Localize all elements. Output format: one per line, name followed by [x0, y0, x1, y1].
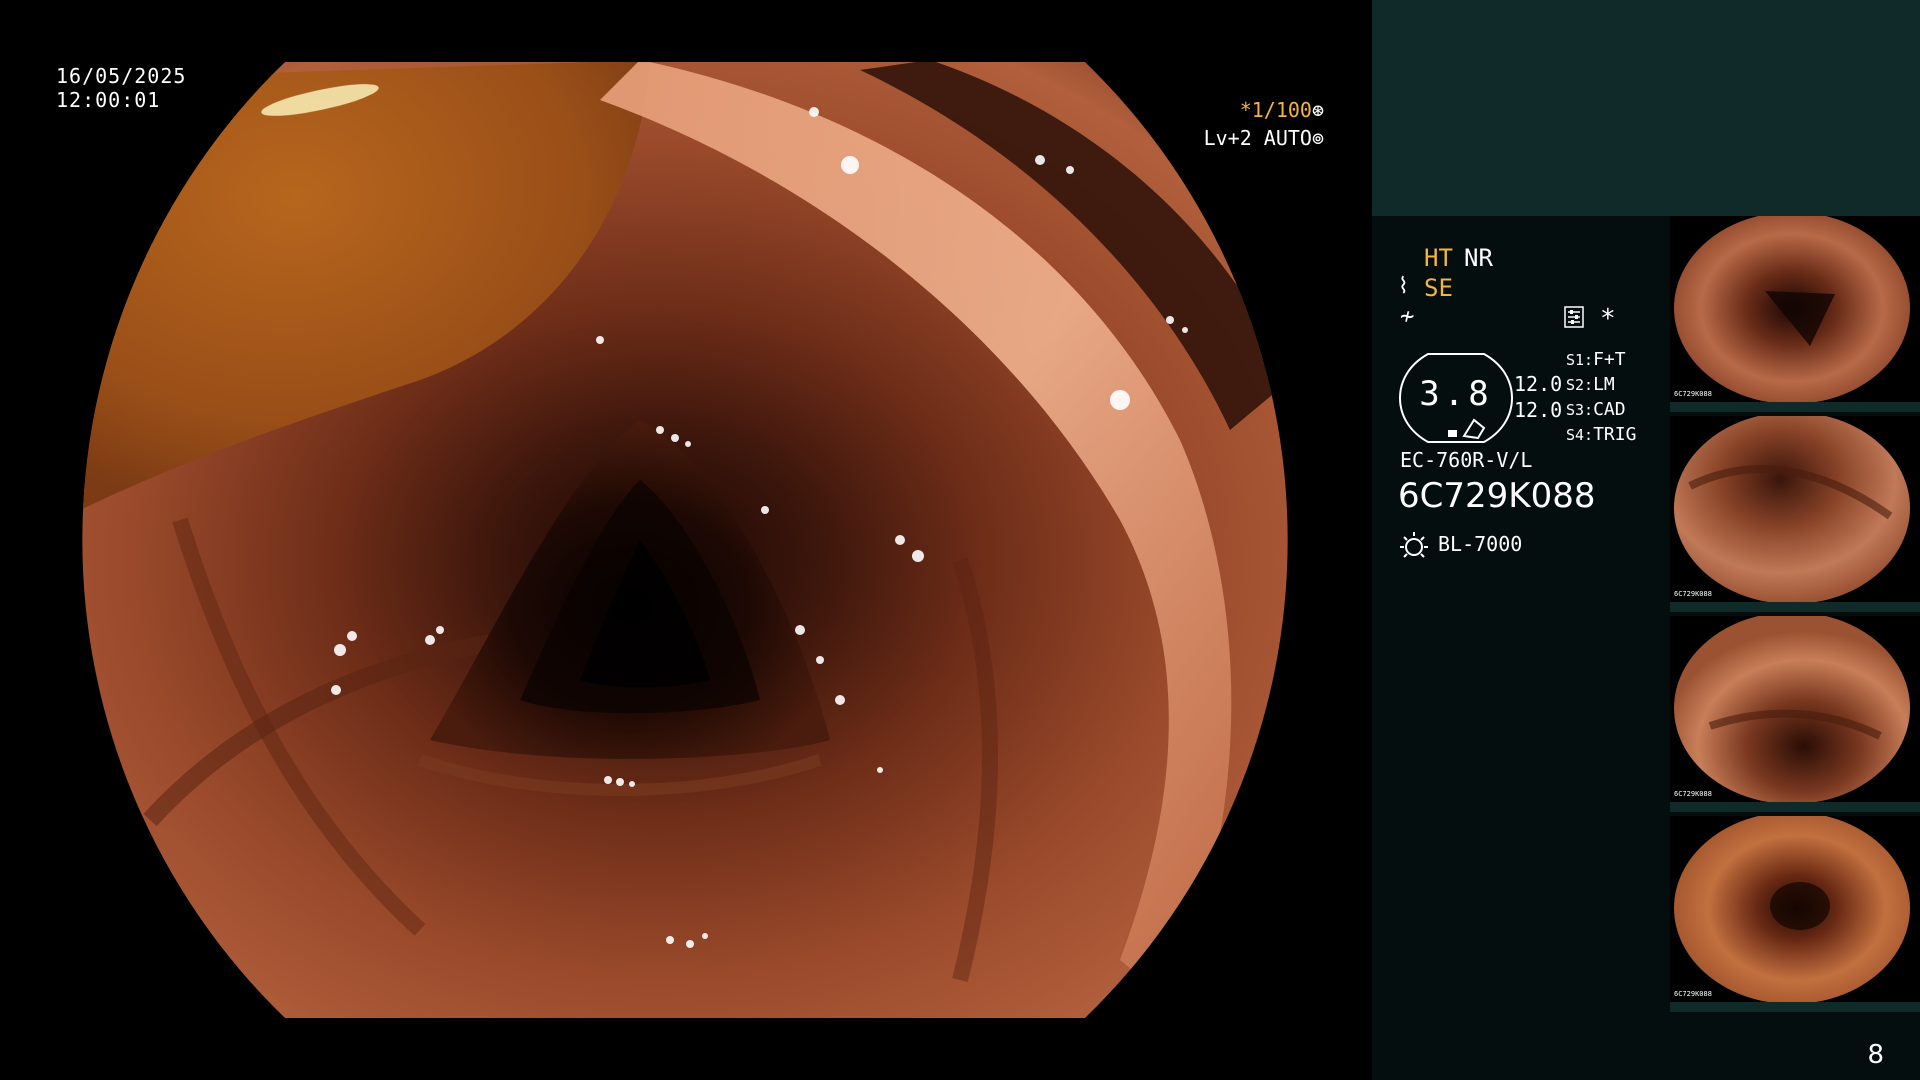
switch-value: LM — [1593, 374, 1615, 395]
shutter-speed: *1/100⊛ — [1240, 98, 1324, 122]
gauge-reading-1: 12.0 — [1514, 372, 1563, 396]
thumbnail-image — [1674, 216, 1910, 404]
shutter-mode-icon: ⊛ — [1311, 98, 1324, 122]
thumbnail-strip — [1670, 1002, 1920, 1012]
auto-iris-icon: ⊚ — [1311, 126, 1324, 150]
freeze-icon: ≁ — [1400, 302, 1415, 330]
gauge-value: 3.8 — [1419, 374, 1493, 414]
thumbnail-serial: 6C729K088 — [1674, 390, 1712, 398]
thumbnail-serial: 6C729K088 — [1674, 590, 1712, 598]
structure-enhancement-indicator: SE — [1424, 274, 1453, 302]
thumbnail-1[interactable]: 6C729K088 — [1670, 216, 1920, 412]
endoscopic-image — [82, 62, 1288, 1018]
thumbnail-serial: 6C729K088 — [1674, 790, 1712, 798]
switch-key: S4: — [1566, 426, 1594, 444]
switch-key: S1: — [1566, 351, 1594, 369]
brightness-level-value: Lv+2 AUTO — [1203, 126, 1312, 150]
thumbnail-image — [1674, 416, 1910, 604]
switch-key: S3: — [1566, 401, 1594, 419]
panel-header-area — [1372, 0, 1920, 216]
switch-s3: S3:CAD — [1566, 399, 1626, 420]
switch-value: F+T — [1593, 349, 1626, 370]
page-number: 8 — [1867, 1040, 1884, 1070]
brightness-level: Lv+2 AUTO⊚ — [1204, 126, 1324, 150]
switch-s2: S2:LM — [1566, 374, 1615, 395]
switch-s4: S4:TRIG — [1566, 424, 1636, 445]
hood-tip-indicator: HT — [1424, 244, 1453, 272]
thumbnail-strip — [1670, 602, 1920, 612]
asterisk-indicator: * — [1600, 304, 1616, 334]
thumbnail-image — [1674, 616, 1910, 804]
exam-time: 12:00:01 — [56, 88, 161, 112]
exam-date: 16/05/2025 — [56, 64, 187, 88]
structure-enhancement-icon: ⌇ — [1398, 274, 1409, 299]
light-source-model: BL-7000 — [1438, 532, 1523, 556]
switch-value: TRIG — [1593, 424, 1637, 445]
thumbnail-strip — [1670, 402, 1920, 412]
gauge-reading-2: 12.0 — [1514, 398, 1563, 422]
switch-key: S2: — [1566, 376, 1594, 394]
scope-serial: 6C729K088 — [1398, 476, 1596, 516]
thumbnail-image — [1674, 816, 1910, 1004]
settings-icon — [1564, 306, 1584, 328]
thumbnail-strip — [1670, 802, 1920, 812]
switch-value: CAD — [1593, 399, 1626, 420]
scope-model: EC-760R-V/L — [1400, 448, 1533, 472]
thumbnail-4[interactable]: 6C729K088 — [1670, 816, 1920, 1012]
light-source-icon — [1400, 532, 1428, 558]
thumbnail-serial: 6C729K088 — [1674, 990, 1712, 998]
endoscope-main-view: 16/05/2025 12:00:01 *1/100⊛ Lv+2 AUTO⊚ — [0, 0, 1372, 1080]
thumbnail-2[interactable]: 6C729K088 — [1670, 416, 1920, 612]
shutter-speed-value: *1/100 — [1239, 98, 1312, 122]
switch-s1: S1:F+T — [1566, 349, 1626, 370]
noise-reduction-indicator: NR — [1464, 244, 1493, 272]
thumbnail-3[interactable]: 6C729K088 — [1670, 616, 1920, 812]
